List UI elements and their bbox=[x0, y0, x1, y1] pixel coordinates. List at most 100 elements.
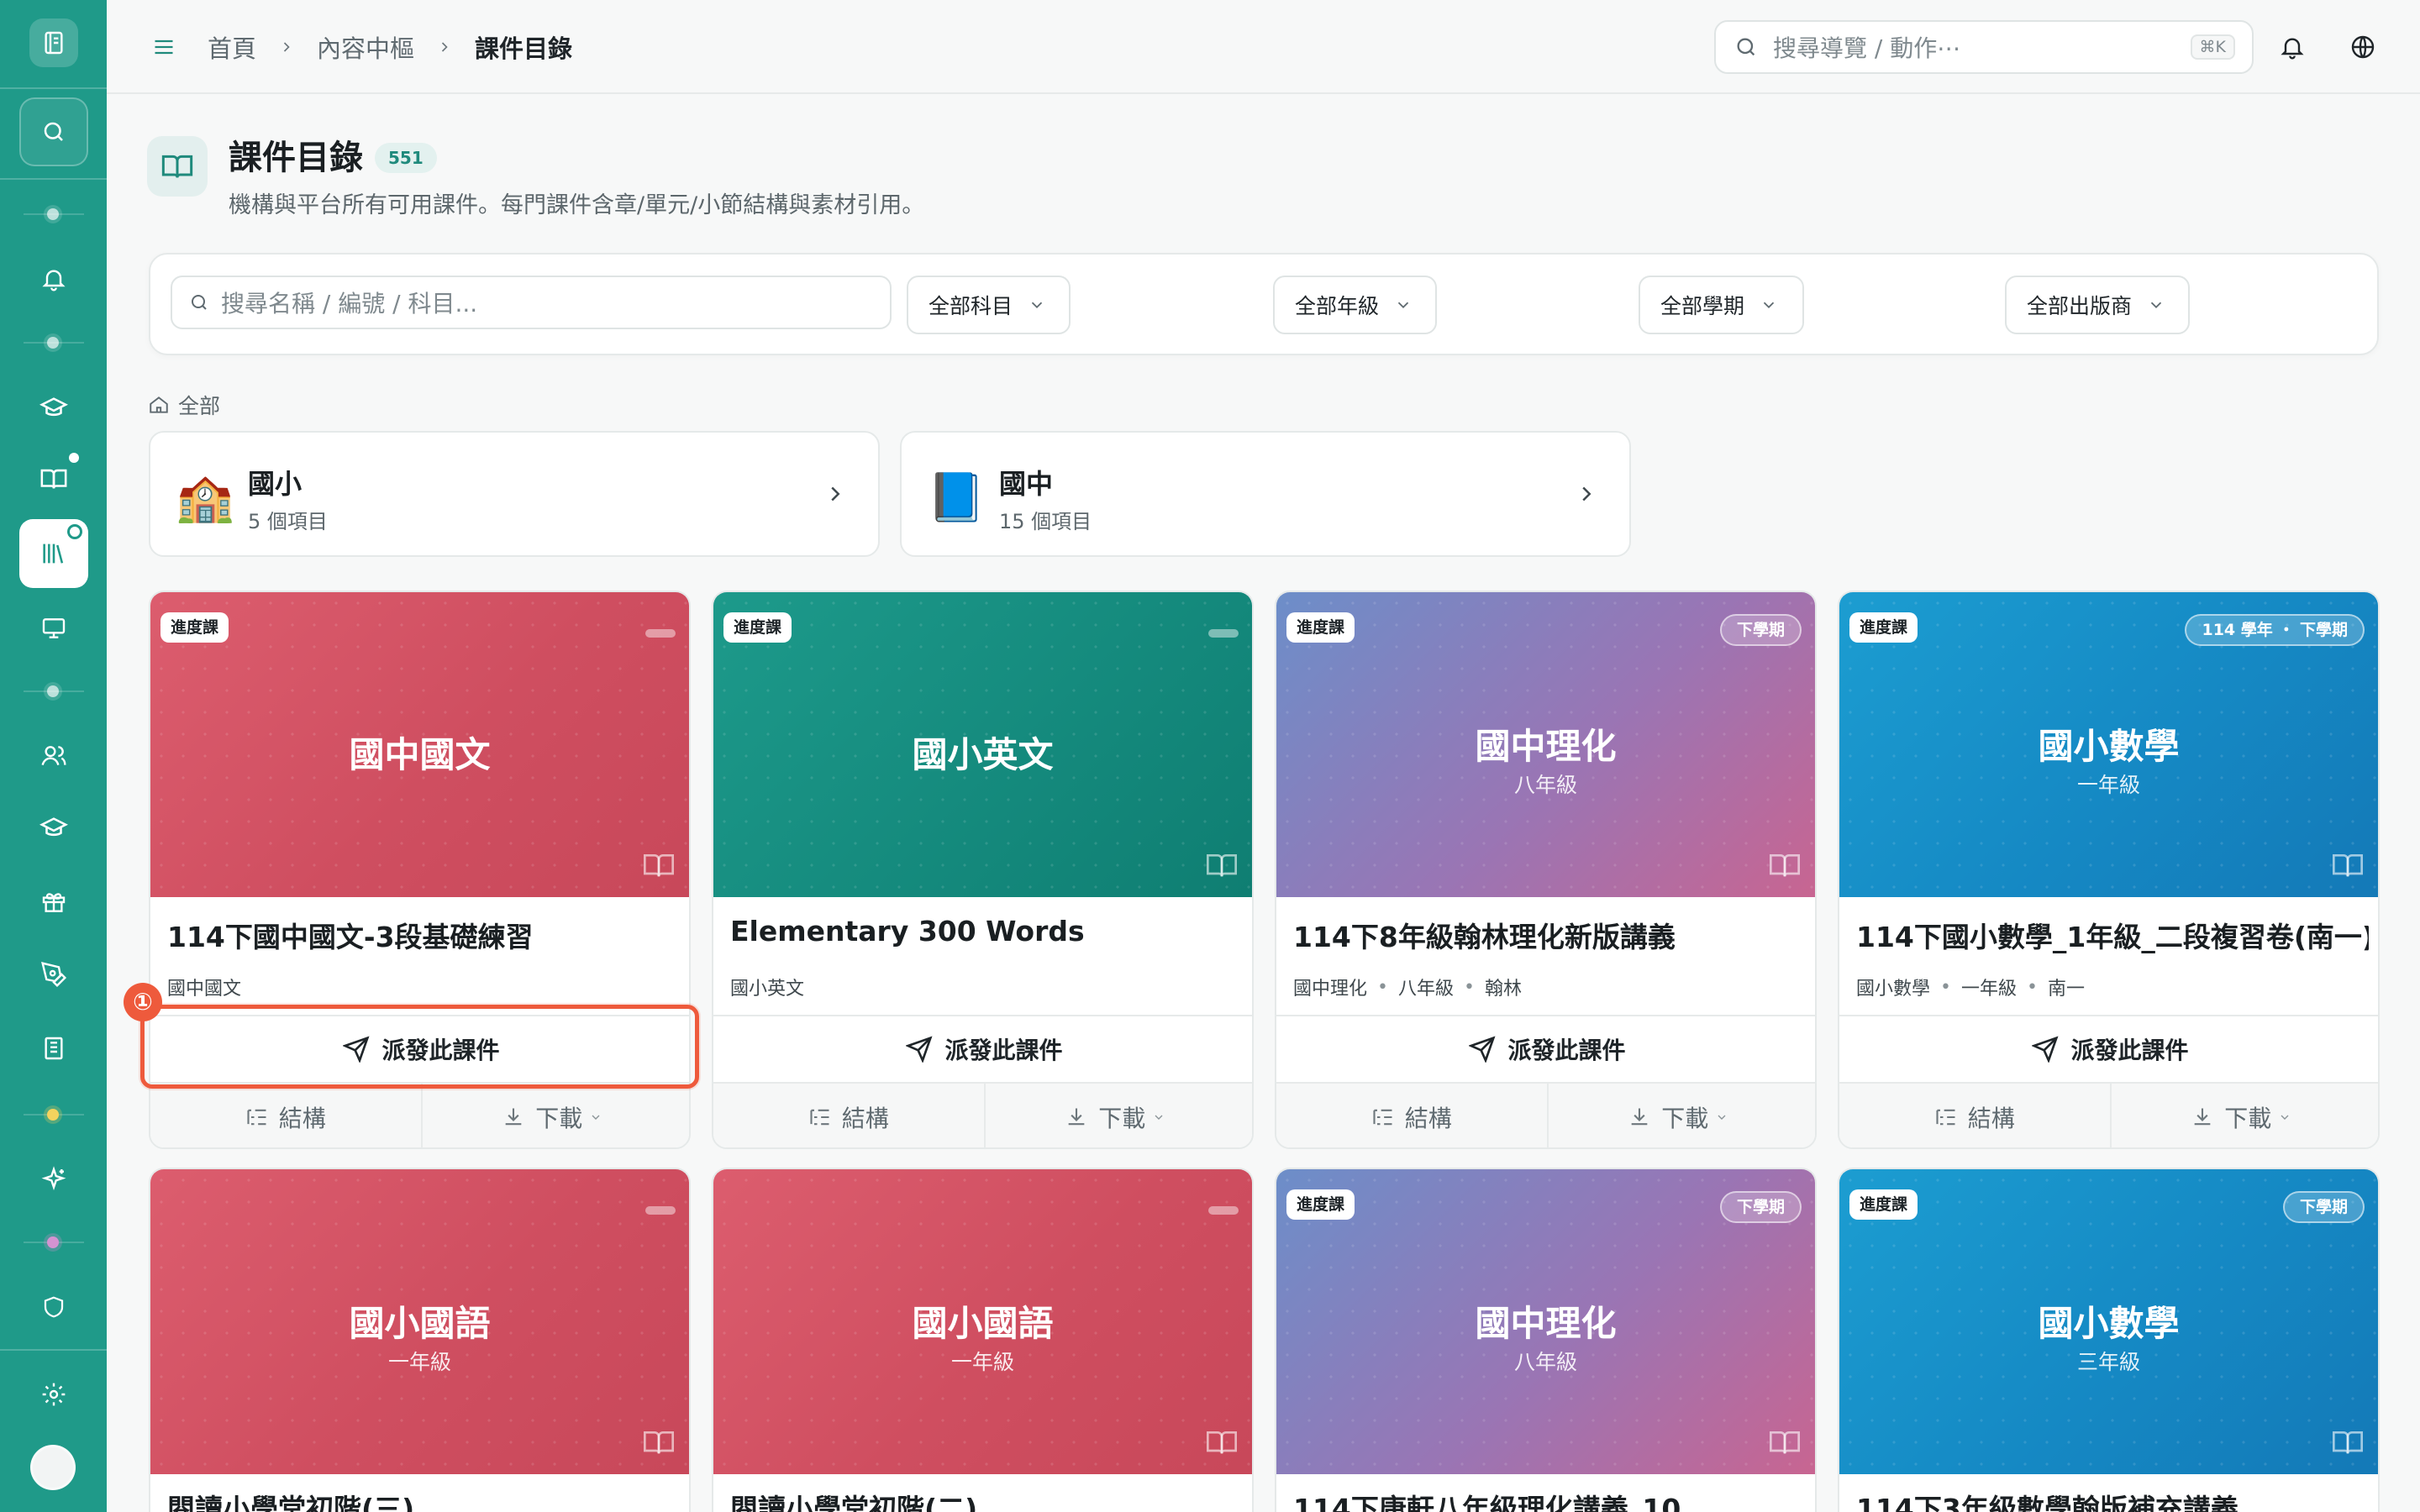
course-card[interactable]: 進度課 國小英文 Elementary 300 Words 國小英文 派發此課件… bbox=[712, 591, 1254, 1149]
book-icon bbox=[2331, 1425, 2365, 1459]
graduation-cap-icon bbox=[39, 817, 68, 837]
sidebar-item-organization[interactable] bbox=[19, 1018, 88, 1079]
category-card-elementary[interactable]: 🏫 國小 5 個項目 bbox=[149, 431, 880, 557]
chevron-down-icon bbox=[1152, 1110, 1176, 1124]
structure-button[interactable]: 結構 bbox=[150, 1084, 421, 1147]
structure-button[interactable]: 結構 bbox=[1276, 1084, 1547, 1147]
structure-button[interactable]: 結構 bbox=[1839, 1084, 2110, 1147]
course-search-input[interactable]: 搜尋名稱 / 編號 / 科目... bbox=[171, 276, 892, 329]
term-select[interactable]: 全部學期 bbox=[1639, 276, 1804, 334]
sidebar-search-button[interactable] bbox=[19, 97, 88, 166]
cover-grade: 八年級 bbox=[1513, 773, 1577, 797]
sidebar-item-students[interactable] bbox=[19, 798, 88, 858]
course-card[interactable]: 進度課 下學期 國中理化 八年級 114下康軒八年級理化講義_10 bbox=[1275, 1168, 1817, 1512]
download-label: 下載 bbox=[1661, 1105, 1709, 1132]
avatar[interactable] bbox=[30, 1445, 76, 1490]
progress-tag: 進度課 bbox=[1849, 1189, 1918, 1220]
language-button[interactable] bbox=[2344, 29, 2381, 66]
sidebar-item-settings[interactable] bbox=[19, 1364, 88, 1425]
cover-title: 國小國語 bbox=[912, 1303, 1054, 1344]
category-card-junior-high[interactable]: 📘 國中 15 個項目 bbox=[900, 431, 1631, 557]
book-emoji-icon: 📘 bbox=[927, 470, 986, 525]
publisher-select[interactable]: 全部出版商 bbox=[2005, 276, 2190, 334]
list-tree-icon bbox=[1373, 1109, 1392, 1126]
course-card[interactable]: 進度課 下學期 國小數學 三年級 114下3年級數學翰版補充講義 bbox=[1838, 1168, 2380, 1512]
global-search-placeholder: 搜尋導覽 / 動作⋯ bbox=[1773, 34, 1961, 62]
term-tag: 下學期 bbox=[2282, 1191, 2365, 1223]
chevron-down-icon bbox=[589, 1110, 613, 1124]
global-search-input[interactable]: 搜尋導覽 / 動作⋯ ⌘K bbox=[1714, 20, 2254, 74]
sidebar-item-design[interactable] bbox=[19, 944, 88, 1005]
course-actions: 結構 下載 bbox=[1276, 1082, 1816, 1147]
progress-tag: 進度課 bbox=[1286, 1189, 1355, 1220]
status-pill bbox=[1208, 629, 1239, 638]
download-button[interactable]: 下載 bbox=[2109, 1084, 2379, 1147]
bell-icon bbox=[2281, 38, 2304, 60]
folder-breadcrumb[interactable]: 全部 bbox=[148, 390, 220, 420]
course-cover: 進度課 114 學年 ・ 下學期 國小數學 一年級 bbox=[1839, 592, 2378, 897]
course-title: 114下3年級數學翰版補充講義 bbox=[1856, 1493, 2238, 1512]
download-label: 下載 bbox=[2224, 1105, 2272, 1132]
sidebar-item-users[interactable] bbox=[19, 726, 88, 786]
category-name: 國中 bbox=[999, 468, 1054, 500]
breadcrumb: 首頁 內容中樞 課件目錄 bbox=[208, 30, 572, 64]
dispatch-course-button[interactable]: 派發此課件 bbox=[1276, 1015, 1815, 1082]
category-count: 5 個項目 bbox=[248, 510, 328, 533]
course-card[interactable]: 進度課 下學期 國中理化 八年級 114下8年級翰林理化新版講義 國中理化 • … bbox=[1275, 591, 1817, 1149]
term-select-value: 全部學期 bbox=[1660, 294, 1745, 318]
building-icon bbox=[45, 1037, 63, 1060]
list-tree-icon bbox=[247, 1109, 266, 1126]
sidebar-item-ai[interactable] bbox=[19, 1149, 88, 1210]
step-badge: ① bbox=[124, 983, 162, 1021]
app-logo-icon[interactable] bbox=[29, 18, 78, 67]
menu-toggle-button[interactable] bbox=[147, 30, 181, 64]
course-card[interactable]: 國小國語 一年級 閱讀小學堂初階(二) bbox=[712, 1168, 1254, 1512]
download-button[interactable]: 下載 bbox=[983, 1084, 1253, 1147]
dispatch-course-button[interactable]: 派發此課件 bbox=[1839, 1015, 2378, 1082]
sidebar-divider bbox=[0, 1349, 107, 1351]
sidebar-item-security[interactable] bbox=[19, 1277, 88, 1337]
grade-select[interactable]: 全部年級 bbox=[1273, 276, 1437, 334]
graduation-cap-icon bbox=[39, 397, 68, 417]
course-actions: 結構 下載 bbox=[713, 1082, 1253, 1147]
folder-breadcrumb-label: 全部 bbox=[178, 394, 221, 418]
breadcrumb-home[interactable]: 首頁 bbox=[208, 29, 256, 65]
grade-select-value: 全部年級 bbox=[1295, 294, 1380, 318]
sidebar-item-classroom[interactable] bbox=[19, 598, 88, 659]
cover-title: 國中理化 bbox=[1475, 1303, 1617, 1344]
course-title: 閱讀小學堂初階(三) bbox=[167, 1493, 415, 1512]
monitor-icon bbox=[42, 618, 66, 638]
term-tag: 下學期 bbox=[1719, 1191, 1802, 1223]
notifications-button[interactable] bbox=[2274, 29, 2311, 66]
library-books-icon bbox=[43, 543, 64, 564]
globe-icon bbox=[2351, 35, 2375, 59]
sidebar-item-notifications[interactable] bbox=[19, 249, 88, 309]
chevron-right-icon bbox=[823, 481, 848, 507]
subject-select[interactable]: 全部科目 bbox=[907, 276, 1071, 334]
term-tag: 下學期 bbox=[1719, 614, 1802, 646]
cover-title: 國中國文 bbox=[349, 734, 491, 775]
download-label: 下載 bbox=[535, 1105, 583, 1132]
breadcrumb-content-hub[interactable]: 內容中樞 bbox=[317, 29, 414, 65]
download-button[interactable]: 下載 bbox=[420, 1084, 690, 1147]
sidebar-item-courses[interactable] bbox=[19, 378, 88, 438]
send-icon bbox=[906, 1036, 933, 1063]
course-subject: 國中國文 bbox=[167, 979, 242, 1000]
chevron-down-icon bbox=[1715, 1110, 1739, 1124]
course-subject: 國中理化 bbox=[1293, 979, 1368, 1000]
course-cover: 進度課 下學期 國小數學 三年級 bbox=[1839, 1169, 2378, 1474]
download-label: 下載 bbox=[1098, 1105, 1146, 1132]
chevron-right-icon bbox=[436, 39, 453, 55]
sidebar-item-rewards[interactable] bbox=[19, 872, 88, 932]
structure-button[interactable]: 結構 bbox=[713, 1084, 984, 1147]
sidebar-group-dot bbox=[47, 1236, 59, 1248]
structure-label: 結構 bbox=[1404, 1105, 1452, 1132]
sidebar-group-dot bbox=[47, 685, 59, 697]
dispatch-course-button[interactable]: 派發此課件 bbox=[713, 1015, 1252, 1082]
top-bar: 首頁 內容中樞 課件目錄 搜尋導覽 / 動作⋯ ⌘K bbox=[107, 0, 2420, 94]
cover-title: 國小英文 bbox=[912, 734, 1054, 775]
course-card[interactable]: 國小國語 一年級 閱讀小學堂初階(三) bbox=[149, 1168, 691, 1512]
course-card[interactable]: 進度課 114 學年 ・ 下學期 國小數學 一年級 114下國小數學_1年級_二… bbox=[1838, 591, 2380, 1149]
book-icon bbox=[1205, 1425, 1239, 1459]
download-button[interactable]: 下載 bbox=[1546, 1084, 1816, 1147]
